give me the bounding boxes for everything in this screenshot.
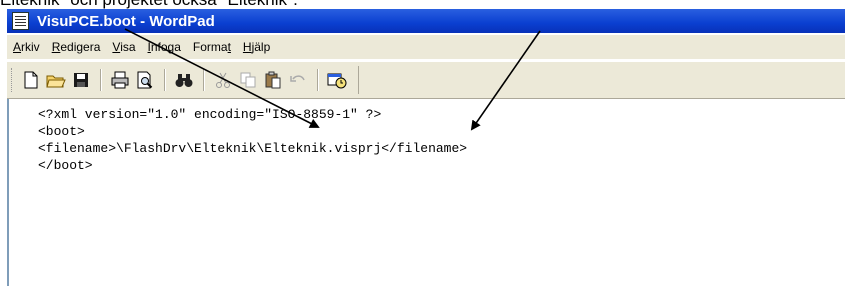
menu-bar: Arkiv Redigera Visa Infoga Format Hjälp [7,35,845,59]
menu-arkiv[interactable]: Arkiv [7,40,46,54]
menu-hjalp[interactable]: Hjälp [237,40,276,54]
menu-redigera[interactable]: Redigera [46,40,107,54]
document-line[interactable]: </boot> [38,158,93,173]
menu-redigera-label: edigera [60,40,101,54]
menu-hjalp-label: jälp [251,40,271,54]
menu-infoga[interactable]: Infoga [142,40,187,54]
wordpad-window: VisuPCE.boot - WordPad Arkiv Redigera Vi… [7,9,845,286]
toolbar-separator [317,69,319,91]
menu-format[interactable]: Format [187,40,237,54]
toolbar-separator [164,69,166,91]
document-line[interactable]: <filename>\FlashDrv\Elteknik\Elteknik.vi… [38,141,467,156]
insert-datetime-icon[interactable] [325,68,349,92]
menu-infoga-label: nfoga [150,40,181,54]
title-bar[interactable]: VisuPCE.boot - WordPad [7,9,845,33]
print-preview-icon[interactable] [133,68,157,92]
document-area[interactable]: <?xml version="1.0" encoding="ISO-8859-1… [7,99,845,286]
toolbar-end-divider [358,66,359,94]
toolbar-separator [203,69,205,91]
menu-visa[interactable]: Visa [106,40,141,54]
menu-arkiv-mnemonic: A [13,40,22,54]
caption-text: Elteknik" och projektet också "Elteknik"… [0,0,845,9]
menu-format-label: Forma [192,40,228,54]
toolbar-separator [100,69,102,91]
menu-arkiv-label: rkiv [21,40,40,54]
document-line[interactable]: <boot> [38,124,85,139]
toolbar-grip[interactable] [11,68,15,92]
menu-format-mnemonic: t [227,40,231,54]
window-title: VisuPCE.boot - WordPad [37,12,215,30]
new-document-icon[interactable] [19,68,43,92]
save-disk-icon[interactable] [69,68,93,92]
document-line[interactable]: <?xml version="1.0" encoding="ISO-8859-1… [38,107,381,122]
open-folder-icon[interactable] [44,68,68,92]
wordpad-document-icon [12,12,29,30]
find-binoculars-icon[interactable] [172,68,196,92]
cut-scissors-icon[interactable] [211,68,235,92]
copy-icon[interactable] [236,68,260,92]
menu-visa-label: isa [120,40,136,54]
menu-hjalp-mnemonic: H [242,40,252,54]
print-icon[interactable] [108,68,132,92]
undo-icon[interactable] [286,68,310,92]
paste-icon[interactable] [261,68,285,92]
toolbar [7,61,845,99]
